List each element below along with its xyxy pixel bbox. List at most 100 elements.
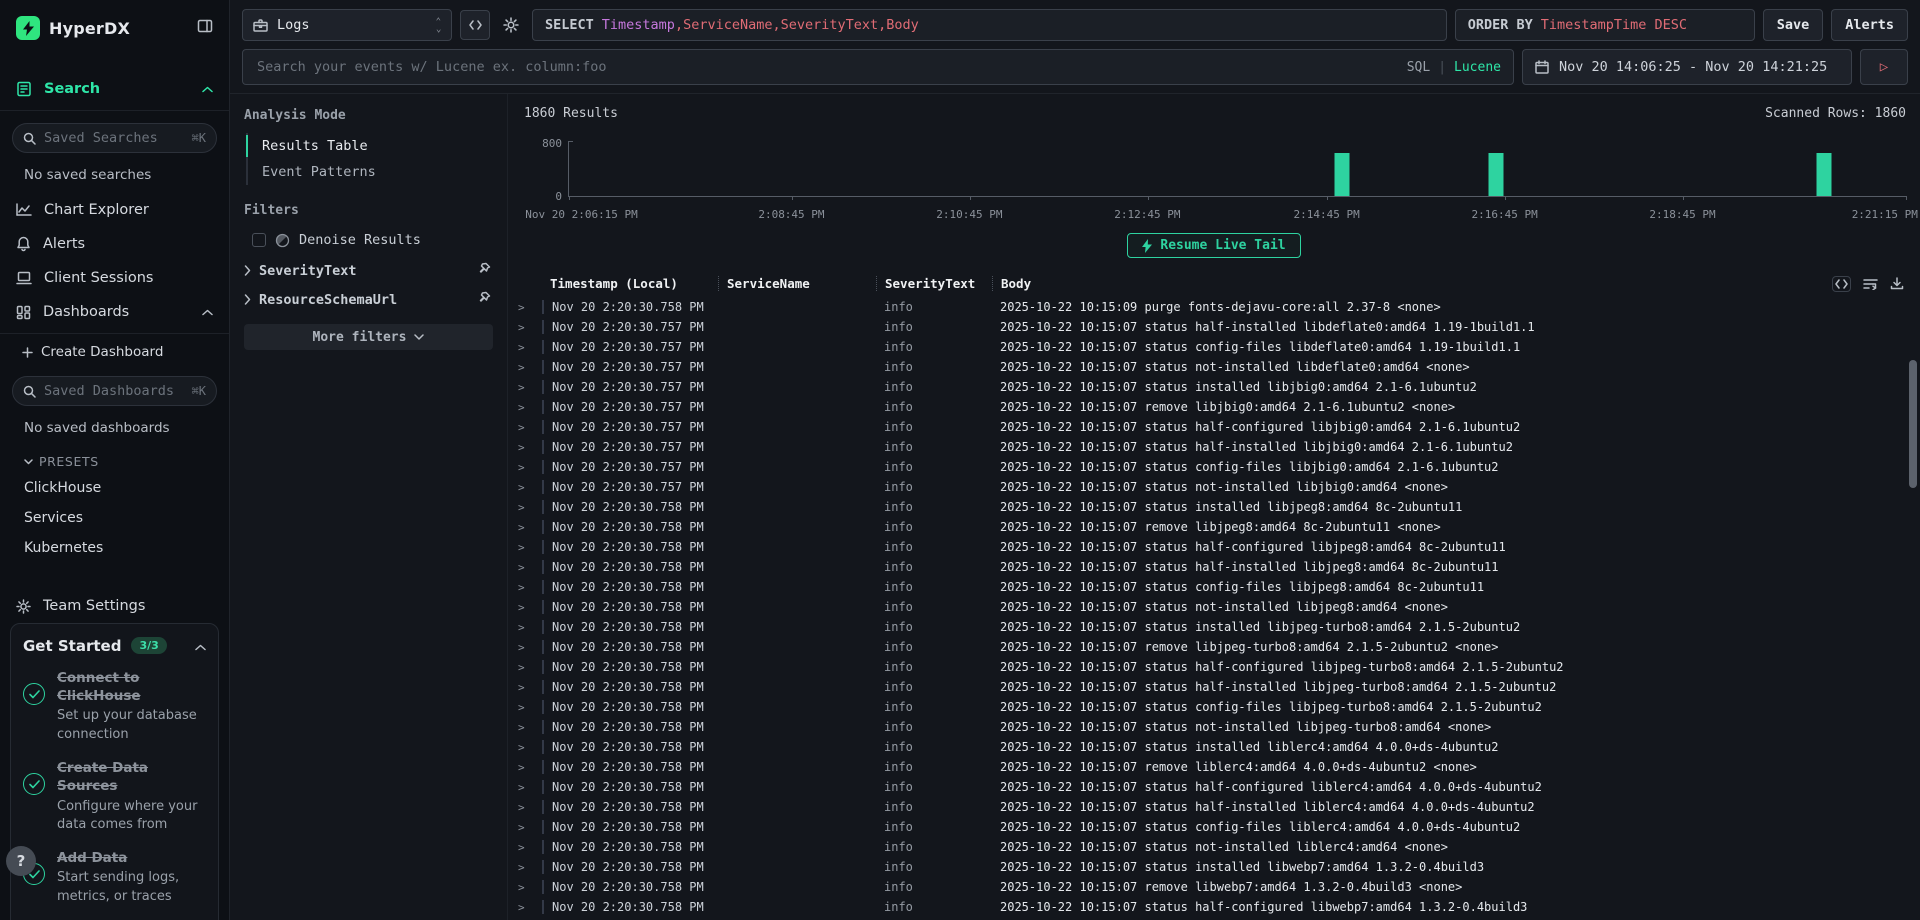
preset-item[interactable]: Kubernetes: [0, 533, 229, 563]
table-row[interactable]: > Nov 20 2:20:30.758 PM info 2025-10-22 …: [518, 697, 1920, 717]
alerts-button[interactable]: Alerts: [1831, 9, 1908, 41]
event-search-input[interactable]: [255, 58, 1397, 76]
sidebar-item-dashboards[interactable]: Dashboards: [0, 295, 229, 329]
row-expand-icon: >: [518, 521, 542, 534]
histogram-bar[interactable]: [1488, 153, 1503, 196]
table-row[interactable]: > Nov 20 2:20:30.758 PM info 2025-10-22 …: [518, 897, 1920, 917]
help-button[interactable]: ?: [6, 846, 36, 876]
table-row[interactable]: > Nov 20 2:20:30.757 PM info 2025-10-22 …: [518, 397, 1920, 417]
presets-toggle[interactable]: PRESETS: [0, 446, 229, 473]
col-servicename[interactable]: ServiceName: [718, 276, 876, 291]
get-started-item[interactable]: Connect to ClickHouse Set up your databa…: [23, 669, 206, 745]
pin-icon[interactable]: [478, 262, 491, 279]
table-row[interactable]: > Nov 20 2:20:30.758 PM info 2025-10-22 …: [518, 597, 1920, 617]
table-row[interactable]: > Nov 20 2:20:30.758 PM info 2025-10-22 …: [518, 517, 1920, 537]
table-row[interactable]: > Nov 20 2:20:30.758 PM info 2025-10-22 …: [518, 717, 1920, 737]
table-row[interactable]: > Nov 20 2:20:30.757 PM info 2025-10-22 …: [518, 457, 1920, 477]
denoise-checkbox[interactable]: [252, 233, 266, 247]
row-expand-icon: >: [518, 481, 542, 494]
row-expand-icon: >: [518, 441, 542, 454]
table-row[interactable]: > Nov 20 2:20:30.758 PM info 2025-10-22 …: [518, 837, 1920, 857]
more-filters-button[interactable]: More filters: [244, 324, 493, 350]
wrap-lines-button[interactable]: [1863, 278, 1878, 290]
get-started-badge: 3/3: [131, 637, 166, 654]
row-expand-icon: >: [518, 541, 542, 554]
col-body[interactable]: Body: [992, 276, 1920, 291]
source-select[interactable]: Logs ⌃⌃: [242, 9, 452, 41]
table-row[interactable]: > Nov 20 2:20:30.757 PM info 2025-10-22 …: [518, 357, 1920, 377]
table-row[interactable]: > Nov 20 2:20:30.758 PM info 2025-10-22 …: [518, 557, 1920, 577]
table-row[interactable]: > Nov 20 2:20:30.757 PM info 2025-10-22 …: [518, 477, 1920, 497]
histogram-bar[interactable]: [1334, 153, 1349, 196]
sidebar-item-search[interactable]: Search: [0, 72, 229, 106]
sidebar-item-team-settings[interactable]: Team Settings: [0, 589, 229, 623]
sidebar-item-alerts[interactable]: Alerts: [0, 227, 229, 261]
chevron-right-icon: [244, 294, 251, 305]
create-dashboard-button[interactable]: Create Dashboard: [0, 334, 229, 364]
saved-searches-input[interactable]: Saved Searches ⌘K: [12, 123, 217, 153]
table-row[interactable]: > Nov 20 2:20:30.758 PM info 2025-10-22 …: [518, 537, 1920, 557]
table-row[interactable]: > Nov 20 2:20:30.758 PM info 2025-10-22 …: [518, 757, 1920, 777]
table-row[interactable]: > Nov 20 2:20:30.758 PM info 2025-10-22 …: [518, 637, 1920, 657]
sidebar-item-chart-explorer[interactable]: Chart Explorer: [0, 193, 229, 227]
mode-event-patterns[interactable]: Event Patterns: [248, 159, 493, 185]
row-expand-icon: >: [518, 801, 542, 814]
code-view-button[interactable]: [460, 10, 490, 40]
orderby-input[interactable]: ORDER BYTimestampTime DESC: [1455, 9, 1755, 41]
scrollbar-thumb[interactable]: [1909, 360, 1917, 488]
sidebar-collapse-icon[interactable]: [197, 18, 213, 38]
resume-live-tail-button[interactable]: Resume Live Tail: [1127, 233, 1300, 258]
preset-item[interactable]: Services: [0, 503, 229, 533]
chevron-up-icon[interactable]: [202, 81, 213, 97]
table-row[interactable]: > Nov 20 2:20:30.758 PM info 2025-10-22 …: [518, 497, 1920, 517]
sidebar-item-client-sessions[interactable]: Client Sessions: [0, 261, 229, 295]
table-row[interactable]: > Nov 20 2:20:30.757 PM info 2025-10-22 …: [518, 377, 1920, 397]
pin-icon[interactable]: [478, 291, 491, 308]
download-button[interactable]: [1890, 277, 1904, 290]
table-row[interactable]: > Nov 20 2:20:30.757 PM info 2025-10-22 …: [518, 437, 1920, 457]
run-query-button[interactable]: ▷: [1860, 49, 1908, 85]
table-row[interactable]: > Nov 20 2:20:30.758 PM info 2025-10-22 …: [518, 817, 1920, 837]
content: Analysis Mode Results Table Event Patter…: [230, 94, 1920, 920]
table-row[interactable]: > Nov 20 2:20:30.758 PM info 2025-10-22 …: [518, 617, 1920, 637]
row-expand-icon: >: [518, 301, 542, 314]
chevron-up-icon[interactable]: [202, 304, 213, 320]
save-button[interactable]: Save: [1763, 9, 1824, 41]
table-row[interactable]: > Nov 20 2:20:30.758 PM info 2025-10-22 …: [518, 857, 1920, 877]
table-row[interactable]: > Nov 20 2:20:30.758 PM info 2025-10-22 …: [518, 677, 1920, 697]
daterange-picker[interactable]: Nov 20 14:06:25 - Nov 20 14:21:25: [1522, 49, 1852, 85]
table-scrollbar[interactable]: [1908, 326, 1918, 918]
table-row[interactable]: > Nov 20 2:20:30.758 PM info 2025-10-22 …: [518, 777, 1920, 797]
events-histogram[interactable]: 800 0 Nov 20 2:06:15 PM2:08:45 PM2:10:45…: [524, 137, 1906, 221]
get-started-item[interactable]: Add Data Start sending logs, metrics, or…: [23, 849, 206, 907]
col-timestamp[interactable]: Timestamp (Local): [542, 276, 718, 291]
table-row[interactable]: > Nov 20 2:20:30.758 PM info 2025-10-22 …: [518, 577, 1920, 597]
select-caret-icon: ⌃⌃: [436, 20, 441, 30]
denoise-results-option[interactable]: Denoise Results: [244, 228, 493, 252]
filter-group-resourceschemaurl[interactable]: ResourceSchemaUrl: [244, 281, 493, 310]
table-row[interactable]: > Nov 20 2:20:30.757 PM info 2025-10-22 …: [518, 417, 1920, 437]
gear-icon: [503, 17, 519, 33]
query-settings-button[interactable]: [498, 9, 524, 41]
table-row[interactable]: > Nov 20 2:20:30.758 PM info 2025-10-22 …: [518, 737, 1920, 757]
mode-results-table[interactable]: Results Table: [248, 133, 493, 159]
table-row[interactable]: > Nov 20 2:20:30.758 PM info 2025-10-22 …: [518, 797, 1920, 817]
table-row[interactable]: > Nov 20 2:20:30.757 PM info 2025-10-22 …: [518, 317, 1920, 337]
get-started-title: Get Started: [23, 637, 121, 655]
histogram-bar[interactable]: [1817, 153, 1832, 196]
chevron-up-icon[interactable]: [195, 636, 206, 655]
table-row[interactable]: > Nov 20 2:20:30.757 PM info 2025-10-22 …: [518, 337, 1920, 357]
filter-group-severitytext[interactable]: SeverityText: [244, 252, 493, 281]
get-started-item[interactable]: Create Data Sources Configure where your…: [23, 759, 206, 835]
lang-lucene-option[interactable]: Lucene: [1454, 60, 1501, 75]
search-icon: [23, 132, 36, 145]
saved-dashboards-input[interactable]: Saved Dashboards ⌘K: [12, 376, 217, 406]
col-severitytext[interactable]: SeverityText: [876, 276, 992, 291]
table-row[interactable]: > Nov 20 2:20:30.758 PM info 2025-10-22 …: [518, 877, 1920, 897]
preset-item[interactable]: ClickHouse: [0, 473, 229, 503]
lang-sql-option[interactable]: SQL: [1407, 60, 1430, 75]
select-query-input[interactable]: SELECTTimestamp,ServiceName,SeverityText…: [532, 9, 1447, 41]
view-source-button[interactable]: [1832, 276, 1851, 292]
table-row[interactable]: > Nov 20 2:20:30.758 PM info 2025-10-22 …: [518, 657, 1920, 677]
table-row[interactable]: > Nov 20 2:20:30.758 PM info 2025-10-22 …: [518, 297, 1920, 317]
